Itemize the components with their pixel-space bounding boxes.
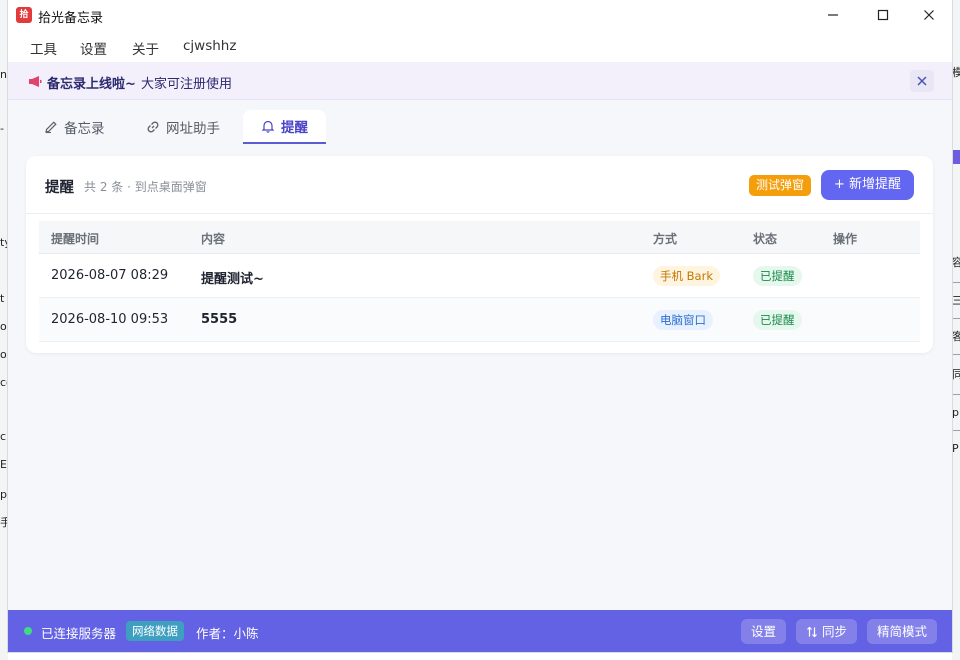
connection-status-dot <box>24 627 32 635</box>
close-icon <box>924 10 934 20</box>
tab-label: 提醒 <box>281 120 308 136</box>
tab-memo[interactable]: 备忘录 <box>44 110 105 144</box>
tab-label: 备忘录 <box>64 121 105 137</box>
announcement-bar: 备忘录上线啦~ 大家可注册使用 <box>8 62 952 100</box>
network-data-badge: 网络数据 <box>126 621 184 641</box>
window-title: 拾光备忘录 <box>38 11 104 26</box>
close-icon <box>917 76 927 86</box>
table-header: 提醒时间 内容 方式 状态 操作 <box>39 221 920 254</box>
column-header-status: 状态 <box>753 232 778 246</box>
menu-about[interactable]: 关于 <box>132 38 159 58</box>
card-subtitle: 共 2 条 · 到点桌面弹窗 <box>84 180 207 194</box>
status-badge: 已提醒 <box>753 266 802 286</box>
status-footer: 已连接服务器 网络数据 作者：小陈 设置 同步 精简模式 <box>8 610 952 652</box>
card-divider <box>26 213 933 214</box>
announcement-text: 大家可注册使用 <box>141 77 233 92</box>
reminder-content: 提醒测试~ <box>201 272 264 287</box>
reminder-time: 2026-08-10 09:53 <box>51 312 169 327</box>
background-desktop-left: ne - ty t o og co ch E. p 手 <box>0 0 8 660</box>
test-popup-button[interactable]: 测试弹窗 <box>749 175 812 196</box>
simple-mode-label: 精简模式 <box>877 624 928 639</box>
maximize-button[interactable] <box>860 0 906 30</box>
card-title: 提醒 <box>45 180 74 196</box>
reminder-time: 2026-08-07 08:29 <box>51 268 169 283</box>
sync-button[interactable]: 同步 <box>796 619 858 644</box>
author-label: 作者：小陈 <box>196 626 259 641</box>
menu-bar: 工具 设置 关于 cjwshhz <box>8 30 952 62</box>
column-header-actions: 操作 <box>833 232 858 246</box>
tab-reminders[interactable]: 提醒 <box>243 110 326 144</box>
link-icon <box>146 120 160 134</box>
add-reminder-button[interactable]: + 新增提醒 <box>821 170 914 200</box>
reminder-card: 提醒 共 2 条 · 到点桌面弹窗 测试弹窗 + 新增提醒 提醒时间 内容 方式… <box>26 156 933 353</box>
connection-status-text: 已连接服务器 <box>41 626 117 641</box>
minimize-button[interactable] <box>810 0 856 30</box>
menu-user[interactable]: cjwshhz <box>183 38 236 54</box>
title-bar: 拾 拾光备忘录 <box>8 0 952 30</box>
method-badge: 手机 Bark <box>653 266 720 286</box>
background-desktop-right: 模 容 三 客 同 p P <box>952 0 960 660</box>
app-logo-icon: 拾 <box>16 7 32 23</box>
tab-label: 网址助手 <box>166 121 220 137</box>
pencil-icon <box>44 120 58 134</box>
sync-arrows-icon <box>806 626 818 638</box>
reminder-content: 5555 <box>201 312 238 327</box>
minimize-icon <box>828 14 838 16</box>
simple-mode-button[interactable]: 精简模式 <box>867 619 938 644</box>
announcement-title: 备忘录上线啦~ <box>47 77 136 92</box>
status-badge: 已提醒 <box>753 310 802 330</box>
method-badge: 电脑窗口 <box>653 310 713 330</box>
megaphone-icon <box>29 76 42 87</box>
sync-label: 同步 <box>822 624 848 639</box>
column-header-method: 方式 <box>653 232 678 246</box>
app-window: 拾 拾光备忘录 工具 设置 关于 cjwshhz 备忘录上线啦~ 大家可注册使用 <box>8 0 952 652</box>
announcement-close-button[interactable] <box>910 70 934 92</box>
menu-settings[interactable]: 设置 <box>80 38 107 58</box>
bell-icon <box>261 119 275 133</box>
column-header-time: 提醒时间 <box>51 232 100 246</box>
footer-settings-label: 设置 <box>751 624 777 639</box>
menu-tools[interactable]: 工具 <box>30 38 57 58</box>
tab-url-helper[interactable]: 网址助手 <box>146 110 220 144</box>
table-row[interactable]: 2026-08-07 08:29 提醒测试~ 手机 Bark 已提醒 <box>39 254 920 298</box>
table-row[interactable]: 2026-08-10 09:53 5555 电脑窗口 已提醒 <box>39 298 920 342</box>
footer-settings-button[interactable]: 设置 <box>741 619 787 644</box>
close-window-button[interactable] <box>906 0 952 30</box>
maximize-icon <box>877 9 889 21</box>
column-header-content: 内容 <box>201 232 226 246</box>
